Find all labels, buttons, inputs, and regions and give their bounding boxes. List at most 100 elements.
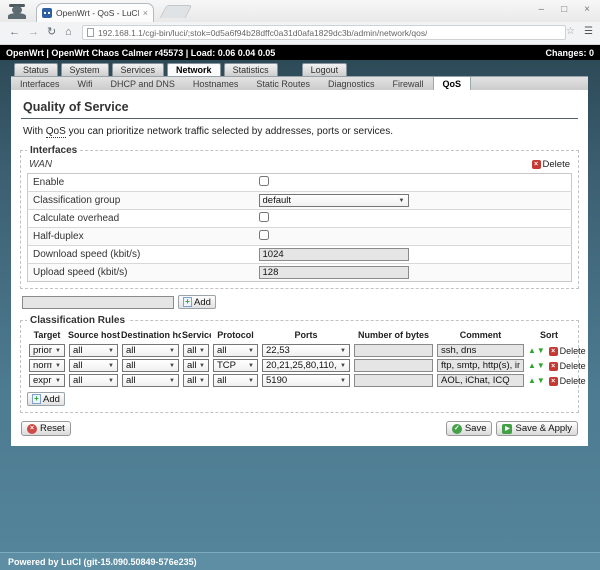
close-icon[interactable]: × — [584, 4, 590, 16]
sort-down-icon[interactable]: ▼ — [537, 346, 545, 355]
qos-abbr[interactable]: QoS — [46, 126, 66, 138]
rule-delete-button[interactable]: ×Delete — [549, 376, 586, 386]
sort-down-icon[interactable]: ▼ — [537, 361, 545, 370]
sort-up-icon[interactable]: ▲ — [528, 376, 536, 385]
subtab-wifi[interactable]: Wifi — [69, 77, 102, 90]
select-value: priority — [33, 345, 52, 356]
upload-speed-input[interactable] — [259, 266, 409, 279]
minimize-icon[interactable]: – — [539, 4, 545, 16]
sort-up-icon[interactable]: ▲ — [528, 346, 536, 355]
chevron-down-icon: ▼ — [108, 378, 114, 384]
target-select[interactable]: priority▼ — [29, 344, 65, 357]
add-interface-button[interactable]: + Add — [178, 295, 216, 309]
tab-close-icon[interactable]: × — [143, 9, 148, 18]
subtab-qos[interactable]: QoS — [433, 77, 472, 90]
tab-services[interactable]: Services — [112, 63, 165, 76]
calculate-overhead-checkbox[interactable] — [259, 212, 269, 222]
ports-select[interactable]: 22,53▼ — [262, 344, 350, 357]
reload-icon[interactable]: ↻ — [47, 25, 56, 39]
maximize-icon[interactable]: □ — [561, 4, 567, 16]
reset-label: Reset — [40, 423, 65, 434]
chevron-down-icon: ▼ — [340, 348, 346, 354]
browser-tab[interactable]: OpenWrt - QoS - LuCI × — [36, 3, 154, 22]
subtab-dhcp-dns[interactable]: DHCP and DNS — [102, 77, 184, 90]
browser-menu-icon[interactable]: ☰ — [584, 26, 593, 37]
save-apply-button[interactable]: ▶ Save & Apply — [496, 421, 578, 436]
tab-statistics[interactable]: Statistics — [224, 63, 278, 76]
add-rule-button[interactable]: + Add — [27, 392, 65, 406]
powered-by-text[interactable]: Powered by LuCI (git-15.090.50849-576e23… — [8, 557, 197, 567]
subtab-static-routes[interactable]: Static Routes — [247, 77, 319, 90]
half-duplex-checkbox[interactable] — [259, 230, 269, 240]
field-label: Download speed (kbit/s) — [28, 246, 254, 264]
chevron-down-icon: ▼ — [169, 363, 175, 369]
subtab-interfaces[interactable]: Interfaces — [11, 77, 69, 90]
destination-host-select[interactable]: all▼ — [122, 374, 179, 387]
save-button[interactable]: ✓ Save — [446, 421, 493, 436]
home-icon[interactable]: ⌂ — [65, 25, 72, 39]
target-select[interactable]: express▼ — [29, 374, 65, 387]
service-select[interactable]: all▼ — [183, 374, 209, 387]
subtab-firewall[interactable]: Firewall — [383, 77, 432, 90]
back-icon[interactable]: ← — [9, 25, 20, 39]
wan-delete-button[interactable]: × Delete — [532, 159, 570, 170]
sort-down-icon[interactable]: ▼ — [537, 376, 545, 385]
number-of-bytes-input[interactable] — [354, 344, 433, 357]
protocol-select[interactable]: TCP▼ — [213, 359, 258, 372]
url-text[interactable]: 192.168.1.1/cgi-bin/luci/;stok=0d5a6f94b… — [98, 28, 427, 38]
rule-delete-button[interactable]: ×Delete — [549, 361, 586, 371]
delete-label: Delete — [560, 376, 586, 386]
protocol-select[interactable]: all▼ — [213, 344, 258, 357]
select-value: TCP — [217, 360, 236, 371]
comment-input[interactable] — [437, 374, 524, 387]
tab-system[interactable]: System — [61, 63, 109, 76]
number-of-bytes-input[interactable] — [354, 359, 433, 372]
chevron-down-icon: ▼ — [55, 378, 61, 384]
source-host-select[interactable]: all▼ — [69, 344, 118, 357]
select-value: all — [217, 345, 227, 356]
number-of-bytes-input[interactable] — [354, 374, 433, 387]
destination-host-select[interactable]: all ▼ — [122, 359, 179, 372]
rule-row: priority▼ all▼ all▼ all▼ all▼ 22,53▼ ▲▼ … — [27, 343, 572, 358]
openwrt-favicon-icon — [42, 8, 52, 18]
spy-body — [8, 13, 26, 19]
download-speed-input[interactable] — [259, 248, 409, 261]
source-host-select[interactable]: all▼ — [69, 359, 118, 372]
classification-rules-section: Classification Rules Target Source host … — [20, 315, 579, 413]
comment-input[interactable] — [437, 359, 524, 372]
delete-label: Delete — [560, 346, 586, 356]
bookmark-star-icon[interactable]: ☆ — [566, 26, 575, 37]
reset-button[interactable]: × Reset — [21, 421, 71, 436]
classification-group-select[interactable]: default ▼ — [259, 194, 409, 207]
protocol-select[interactable]: all▼ — [213, 374, 258, 387]
new-interface-input[interactable] — [22, 296, 174, 309]
rule-delete-button[interactable]: ×Delete — [549, 346, 586, 356]
comment-input[interactable] — [437, 344, 524, 357]
subtab-hostnames[interactable]: Hostnames — [184, 77, 248, 90]
enable-checkbox[interactable] — [259, 176, 269, 186]
destination-host-select[interactable]: all▼ — [122, 344, 179, 357]
service-select[interactable]: all▼ — [183, 359, 209, 372]
target-select[interactable]: normal▼ — [29, 359, 65, 372]
forward-icon[interactable]: → — [28, 25, 39, 39]
sort-up-icon[interactable]: ▲ — [528, 361, 536, 370]
tab-logout[interactable]: Logout — [302, 63, 348, 76]
source-host-select[interactable]: all▼ — [69, 374, 118, 387]
address-bar[interactable]: 192.168.1.1/cgi-bin/luci/;stok=0d5a6f94b… — [82, 25, 566, 40]
select-value: 20,21,25,80,110,443,99 — [266, 360, 337, 371]
tab-network[interactable]: Network — [167, 63, 221, 76]
desc-prefix: With — [23, 126, 46, 137]
table-row: Half-duplex — [28, 228, 572, 246]
new-tab-button[interactable] — [160, 5, 193, 18]
select-value: all — [126, 360, 136, 371]
subtab-diagnostics[interactable]: Diagnostics — [319, 77, 384, 90]
changes-link[interactable]: Changes: 0 — [545, 48, 594, 58]
select-value: express — [33, 375, 52, 386]
add-label: Add — [194, 297, 211, 308]
tab-status[interactable]: Status — [14, 63, 58, 76]
luci-footer: Powered by LuCI (git-15.090.50849-576e23… — [0, 552, 600, 570]
service-select[interactable]: all▼ — [183, 344, 209, 357]
ports-select[interactable]: 5190▼ — [262, 374, 350, 387]
rules-table: Target Source host Destination host Serv… — [27, 328, 572, 388]
ports-select[interactable]: 20,21,25,80,110,443,99▼ — [262, 359, 350, 372]
